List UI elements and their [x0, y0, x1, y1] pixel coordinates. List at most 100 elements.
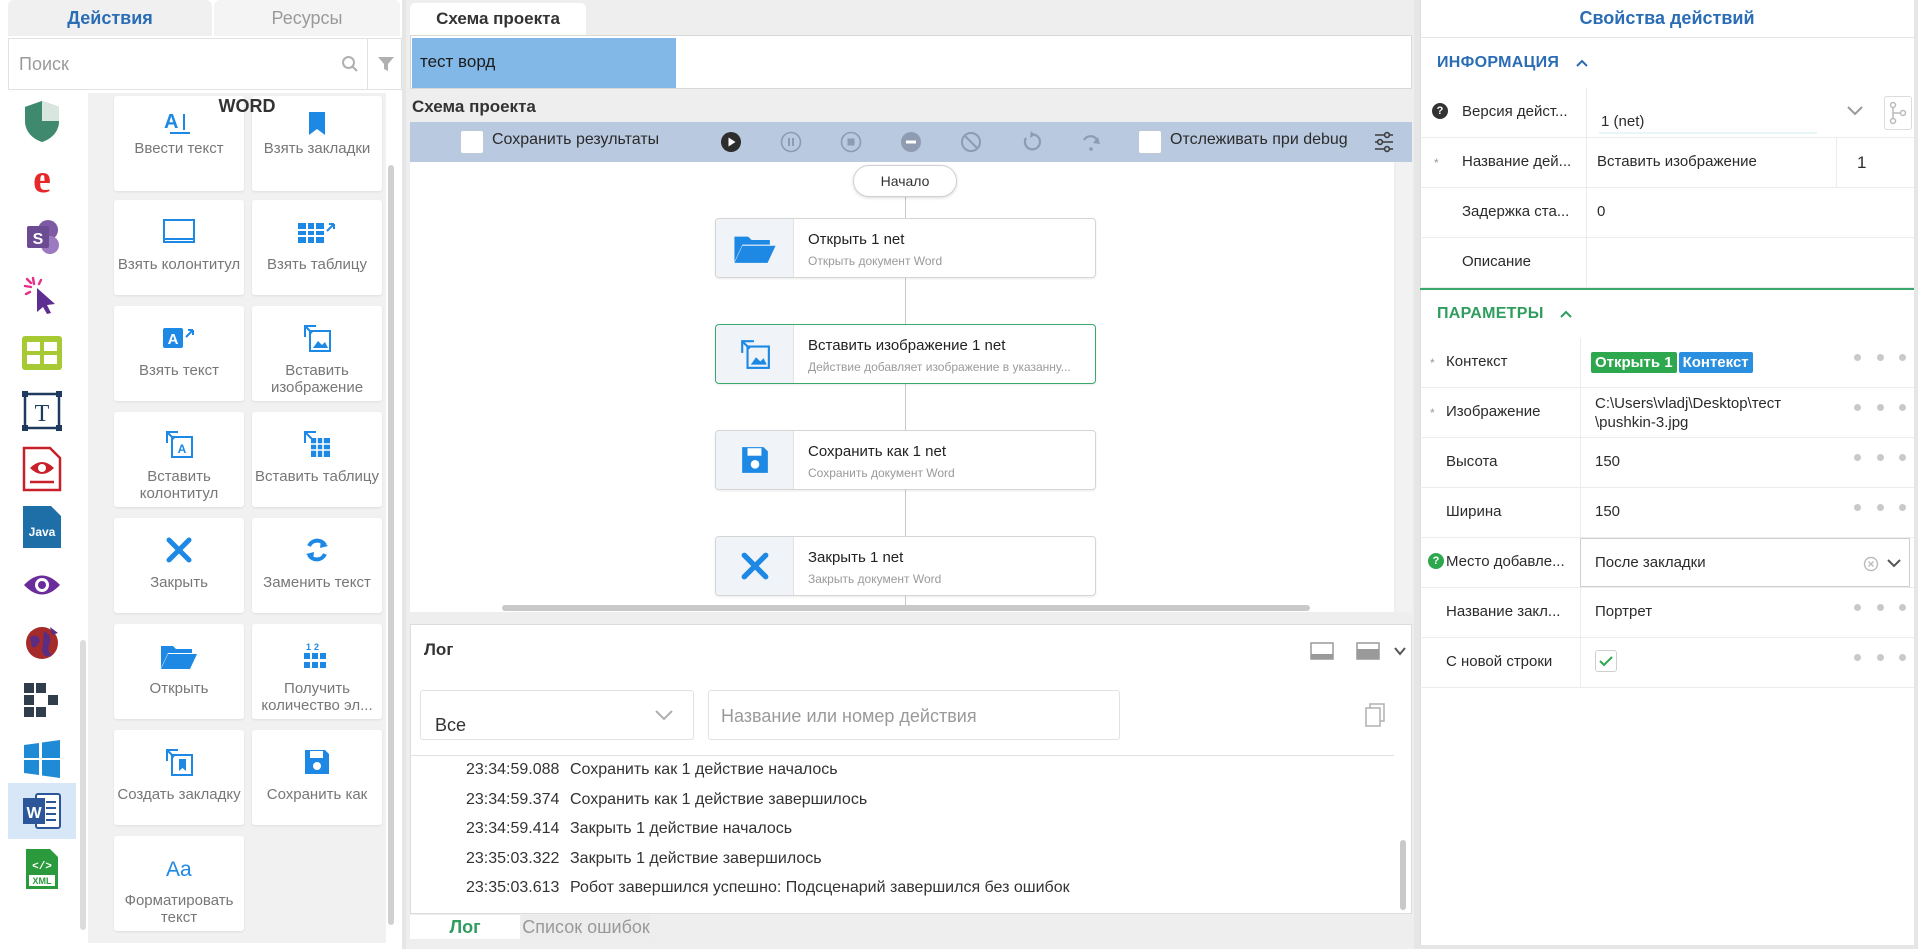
- bottom-tab-errors[interactable]: Список ошибок: [522, 915, 650, 939]
- action-replace-text[interactable]: Заменить текст: [252, 518, 382, 613]
- more-options-button[interactable]: [1854, 654, 1906, 661]
- pause-button[interactable]: [779, 130, 803, 154]
- category-scrollbar[interactable]: [80, 640, 86, 930]
- category-eye[interactable]: [8, 557, 76, 613]
- category-java[interactable]: Java: [8, 499, 76, 555]
- insert-place-select[interactable]: После закладки: [1580, 538, 1910, 587]
- more-options-button[interactable]: [1854, 354, 1906, 361]
- flow-node-close[interactable]: Закрыть 1 net Закрыть документ Word: [715, 536, 1096, 596]
- action-create-bookmark[interactable]: Создать закладку: [114, 730, 244, 825]
- category-shield[interactable]: [8, 93, 76, 149]
- new-line-checkbox[interactable]: [1595, 650, 1617, 672]
- tab-actions[interactable]: Действия: [8, 0, 212, 36]
- log-entry: 23:35:03.322 Закрыть 1 действие завершило…: [466, 850, 822, 868]
- track-debug-checkbox[interactable]: [1138, 130, 1162, 154]
- action-save-as[interactable]: Сохранить как: [252, 730, 382, 825]
- width-field[interactable]: 150: [1580, 488, 1870, 537]
- node-title: Сохранить как 1 net: [808, 443, 947, 460]
- category-sharepoint[interactable]: S: [8, 209, 76, 265]
- category-ie[interactable]: e: [8, 151, 76, 207]
- clear-icon[interactable]: [1863, 556, 1879, 572]
- branch-icon: [1889, 101, 1907, 125]
- category-pdf[interactable]: [8, 441, 76, 497]
- more-options-button[interactable]: [1854, 504, 1906, 511]
- search-input[interactable]: [19, 49, 319, 79]
- document-tab[interactable]: тест ворд: [412, 38, 676, 88]
- node-subtitle: Закрыть документ Word: [808, 572, 942, 586]
- tab-project-schema[interactable]: Схема проекта: [410, 3, 586, 35]
- category-cursor[interactable]: [8, 267, 76, 323]
- log-text: Робот завершился успешно: Подсценарий за…: [570, 879, 1070, 896]
- flow-node-open[interactable]: Открыть 1 net Открыть документ Word: [715, 218, 1096, 278]
- canvas-horizontal-scrollbar[interactable]: [502, 605, 1310, 611]
- name-index-field[interactable]: 1: [1836, 138, 1914, 187]
- action-open[interactable]: Открыть: [114, 624, 244, 719]
- settings-button[interactable]: [1372, 130, 1396, 154]
- action-get-text[interactable]: A Взять текст: [114, 306, 244, 401]
- panel-split-icon: [1356, 642, 1380, 660]
- flow-node-insert-image[interactable]: Вставить изображение 1 net Действие доба…: [715, 324, 1096, 384]
- action-close[interactable]: Закрыть: [114, 518, 244, 613]
- info-section-header[interactable]: ИНФОРМАЦИЯ: [1437, 54, 1588, 72]
- log-collapse-button[interactable]: [1394, 646, 1406, 656]
- action-insert-table[interactable]: Вставить таблицу: [252, 412, 382, 507]
- actions-scrollbar[interactable]: [388, 165, 394, 925]
- undo-button[interactable]: [1019, 130, 1043, 154]
- flow-node-save-as[interactable]: Сохранить как 1 net Сохранить документ W…: [715, 430, 1096, 490]
- log-scrollbar[interactable]: [1400, 840, 1406, 910]
- category-globe[interactable]: [8, 615, 76, 671]
- action-get-count[interactable]: 12 Получить количество эл...: [252, 624, 382, 719]
- description-field[interactable]: [1586, 238, 1914, 287]
- context-tag-open[interactable]: Открыть 1: [1591, 352, 1677, 373]
- delay-field[interactable]: 0: [1586, 188, 1914, 237]
- ie-icon: e: [33, 158, 51, 200]
- word-icon: W: [23, 793, 61, 829]
- flow-start-node[interactable]: Начало: [853, 165, 957, 197]
- more-options-button[interactable]: [1854, 604, 1906, 611]
- action-insert-image[interactable]: Вставить изображение: [252, 306, 382, 401]
- version-branch-button[interactable]: [1884, 96, 1912, 130]
- height-field[interactable]: 150: [1580, 438, 1870, 487]
- copy-log-button[interactable]: [1364, 703, 1386, 727]
- action-get-header[interactable]: Взять колонтитул: [114, 200, 244, 295]
- layout-bottom-button[interactable]: [1310, 642, 1334, 660]
- more-options-button[interactable]: [1854, 454, 1906, 461]
- save-results-checkbox[interactable]: [460, 130, 484, 154]
- action-label: Закрыть: [150, 574, 208, 591]
- help-icon[interactable]: ?: [1428, 553, 1444, 569]
- pause-icon: [780, 131, 802, 153]
- svg-text:A: A: [168, 331, 179, 348]
- action-get-table[interactable]: Взять таблицу: [252, 200, 382, 295]
- log-search-input[interactable]: [721, 701, 1111, 731]
- name-field[interactable]: Вставить изображение: [1586, 138, 1836, 187]
- stop-button[interactable]: [839, 130, 863, 154]
- bottom-tab-log[interactable]: Лог: [410, 915, 520, 939]
- tab-resources[interactable]: Ресурсы: [214, 0, 400, 36]
- redo-button[interactable]: [1079, 130, 1103, 154]
- search-icon[interactable]: [341, 55, 359, 73]
- category-blocks[interactable]: [8, 673, 76, 729]
- minus-button[interactable]: [899, 130, 923, 154]
- layout-split-button[interactable]: [1356, 642, 1380, 660]
- disable-button[interactable]: [959, 130, 983, 154]
- category-grid[interactable]: [8, 325, 76, 381]
- category-windows[interactable]: [8, 731, 76, 787]
- more-options-button[interactable]: [1854, 404, 1906, 411]
- version-select[interactable]: 1 (net): [1586, 88, 1878, 137]
- log-filter-select[interactable]: Все: [420, 690, 694, 740]
- help-icon[interactable]: ?: [1432, 103, 1448, 119]
- category-text-frame[interactable]: T: [8, 383, 76, 439]
- insert-image-icon: [740, 340, 770, 369]
- play-button[interactable]: [719, 130, 743, 154]
- category-xml[interactable]: </> XML: [8, 841, 76, 897]
- bookmark-name-field[interactable]: Портрет: [1580, 588, 1870, 637]
- canvas-vertical-scrollbar[interactable]: [1396, 162, 1412, 612]
- action-insert-header[interactable]: A Вставить колонтитул: [114, 412, 244, 507]
- category-word[interactable]: W: [8, 783, 76, 839]
- params-section-header[interactable]: ПАРАМЕТРЫ: [1437, 305, 1573, 323]
- image-path-field[interactable]: C:\Users\vladj\Desktop\тест \pushkin-3.j…: [1580, 388, 1870, 437]
- context-field[interactable]: Открыть 1 Контекст: [1580, 338, 1870, 387]
- filter-button[interactable]: [367, 39, 403, 89]
- action-format-text[interactable]: Aa Форматировать текст: [114, 836, 244, 931]
- context-tag-context[interactable]: Контекст: [1678, 352, 1753, 373]
